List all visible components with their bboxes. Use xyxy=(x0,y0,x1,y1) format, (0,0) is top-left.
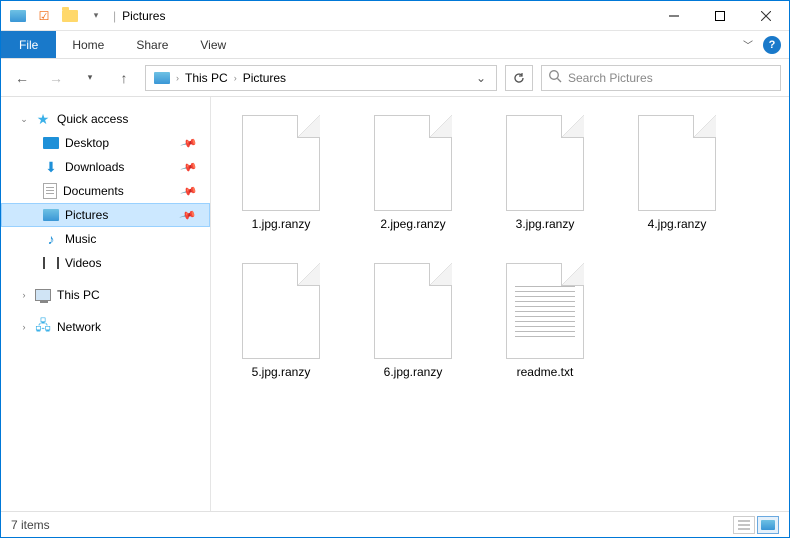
tab-file[interactable]: File xyxy=(1,31,56,58)
breadcrumb-dropdown[interactable]: ⌄ xyxy=(470,71,492,85)
pin-icon: 📌 xyxy=(179,206,197,224)
nav-desktop[interactable]: Desktop 📌 xyxy=(1,131,210,155)
qat-properties-icon[interactable]: ☑ xyxy=(33,5,55,27)
star-icon: ★ xyxy=(35,111,51,127)
unknown-file-icon xyxy=(638,115,716,211)
view-toggles xyxy=(733,516,779,534)
file-item[interactable]: readme.txt xyxy=(483,259,607,399)
download-icon: ⬇ xyxy=(43,159,59,175)
chevron-down-icon[interactable]: ▾ xyxy=(85,5,107,27)
title-separator: | xyxy=(113,9,116,23)
nav-pictures[interactable]: Pictures 📌 xyxy=(1,203,210,227)
item-count: 7 items xyxy=(11,518,50,532)
nav-network[interactable]: › 🖧 Network xyxy=(1,315,210,339)
text-file-icon xyxy=(506,263,584,359)
qat-new-folder-icon[interactable] xyxy=(59,5,81,27)
unknown-file-icon xyxy=(242,115,320,211)
app-icon[interactable] xyxy=(7,5,29,27)
address-bar: ← → ▾ ↑ › This PC › Pictures ⌄ xyxy=(1,59,789,97)
file-item[interactable]: 5.jpg.ranzy xyxy=(219,259,343,399)
breadcrumb-this-pc[interactable]: This PC xyxy=(181,71,232,85)
nav-label: Music xyxy=(65,232,96,246)
nav-videos[interactable]: Videos xyxy=(1,251,210,275)
music-icon: ♪ xyxy=(43,231,59,247)
tab-share[interactable]: Share xyxy=(120,31,184,58)
navigation-pane[interactable]: ⌄ ★ Quick access Desktop 📌 ⬇ Downloads 📌… xyxy=(1,97,211,511)
file-label: 5.jpg.ranzy xyxy=(252,365,311,379)
window-title: Pictures xyxy=(122,9,165,23)
nav-label: Downloads xyxy=(65,160,124,174)
breadcrumb-current[interactable]: Pictures xyxy=(239,71,290,85)
breadcrumb[interactable]: › This PC › Pictures ⌄ xyxy=(145,65,497,91)
pictures-icon xyxy=(43,209,59,221)
nav-this-pc[interactable]: › This PC xyxy=(1,283,210,307)
nav-label: Videos xyxy=(65,256,101,270)
details-view-button[interactable] xyxy=(733,516,755,534)
chevron-right-icon[interactable]: › xyxy=(19,322,29,332)
help-button[interactable]: ? xyxy=(763,36,781,54)
search-input[interactable] xyxy=(568,71,774,85)
quick-access-toolbar: ☑ ▾ xyxy=(1,5,107,27)
chevron-right-icon[interactable]: › xyxy=(176,73,179,83)
file-item[interactable]: 6.jpg.ranzy xyxy=(351,259,475,399)
unknown-file-icon xyxy=(374,115,452,211)
unknown-file-icon xyxy=(506,115,584,211)
chevron-right-icon[interactable]: › xyxy=(19,290,29,300)
nav-downloads[interactable]: ⬇ Downloads 📌 xyxy=(1,155,210,179)
pin-icon: 📌 xyxy=(180,182,198,200)
document-icon xyxy=(43,183,57,199)
network-icon: 🖧 xyxy=(35,319,51,335)
file-label: 1.jpg.ranzy xyxy=(252,217,311,231)
search-box[interactable] xyxy=(541,65,781,91)
file-label: readme.txt xyxy=(517,365,574,379)
tab-home[interactable]: Home xyxy=(56,31,120,58)
expand-ribbon-icon[interactable]: ﹀ xyxy=(743,37,753,52)
pc-icon xyxy=(35,289,51,301)
file-label: 6.jpg.ranzy xyxy=(384,365,443,379)
nav-label: Quick access xyxy=(57,112,128,126)
nav-recent-dropdown[interactable]: ▾ xyxy=(77,65,103,91)
breadcrumb-root-icon[interactable] xyxy=(150,72,174,84)
file-label: 3.jpg.ranzy xyxy=(516,217,575,231)
chevron-right-icon[interactable]: › xyxy=(234,73,237,83)
window-controls xyxy=(651,1,789,31)
nav-music[interactable]: ♪ Music xyxy=(1,227,210,251)
content-area: ⌄ ★ Quick access Desktop 📌 ⬇ Downloads 📌… xyxy=(1,97,789,511)
video-icon xyxy=(43,257,59,269)
tab-view[interactable]: View xyxy=(184,31,242,58)
chevron-down-icon[interactable]: ⌄ xyxy=(19,114,29,125)
file-label: 2.jpeg.ranzy xyxy=(380,217,445,231)
pin-icon: 📌 xyxy=(180,158,198,176)
unknown-file-icon xyxy=(242,263,320,359)
nav-documents[interactable]: Documents 📌 xyxy=(1,179,210,203)
status-bar: 7 items xyxy=(1,511,789,537)
titlebar: ☑ ▾ | Pictures xyxy=(1,1,789,31)
nav-forward-button[interactable]: → xyxy=(43,65,69,91)
thumbnails-view-button[interactable] xyxy=(757,516,779,534)
close-button[interactable] xyxy=(743,1,789,31)
minimize-button[interactable] xyxy=(651,1,697,31)
file-item[interactable]: 1.jpg.ranzy xyxy=(219,111,343,251)
file-label: 4.jpg.ranzy xyxy=(648,217,707,231)
file-item[interactable]: 2.jpeg.ranzy xyxy=(351,111,475,251)
nav-label: Documents xyxy=(63,184,124,198)
nav-label: This PC xyxy=(57,288,100,302)
unknown-file-icon xyxy=(374,263,452,359)
ribbon-tabs: File Home Share View ﹀ ? xyxy=(1,31,789,59)
nav-up-button[interactable]: ↑ xyxy=(111,65,137,91)
nav-label: Pictures xyxy=(65,208,108,222)
folder-view[interactable]: 1.jpg.ranzy 2.jpeg.ranzy 3.jpg.ranzy 4.jpg.… xyxy=(211,97,789,511)
refresh-button[interactable] xyxy=(505,65,533,91)
pin-icon: 📌 xyxy=(180,134,198,152)
nav-label: Network xyxy=(57,320,101,334)
maximize-button[interactable] xyxy=(697,1,743,31)
desktop-icon xyxy=(43,137,59,149)
nav-back-button[interactable]: ← xyxy=(9,65,35,91)
search-icon xyxy=(548,69,562,86)
file-item[interactable]: 3.jpg.ranzy xyxy=(483,111,607,251)
nav-label: Desktop xyxy=(65,136,109,150)
nav-quick-access[interactable]: ⌄ ★ Quick access xyxy=(1,107,210,131)
file-item[interactable]: 4.jpg.ranzy xyxy=(615,111,739,251)
